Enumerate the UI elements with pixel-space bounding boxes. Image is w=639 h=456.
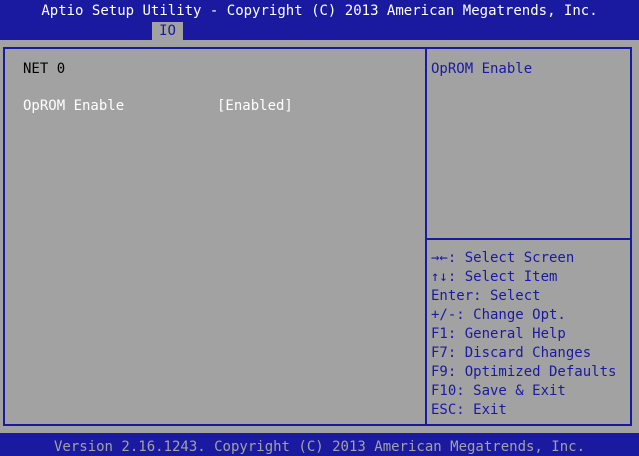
key-enter-select: Enter: Select — [431, 288, 541, 304]
key-select-screen: →←: Select Screen — [431, 250, 575, 266]
key-discard-changes: F7: Discard Changes — [431, 345, 592, 361]
vertical-divider — [425, 47, 427, 426]
oprom-enable-value[interactable]: [Enabled] — [217, 98, 293, 114]
app-title: Aptio Setup Utility - Copyright (C) 2013… — [41, 3, 598, 19]
version-text: Version 2.16.1243. Copyright (C) 2013 Am… — [53, 439, 585, 455]
key-change-opt: +/-: Change Opt. — [431, 307, 566, 323]
key-exit: ESC: Exit — [431, 402, 507, 418]
header-bar: Aptio Setup Utility - Copyright (C) 2013… — [0, 0, 639, 40]
tab-io[interactable]: IO — [152, 22, 183, 40]
key-general-help: F1: General Help — [431, 326, 566, 342]
section-heading: NET 0 — [23, 61, 66, 77]
key-select-item: ↑↓: Select Item — [431, 269, 558, 285]
oprom-enable-label[interactable]: OpROM Enable — [23, 98, 124, 114]
help-description: OpROM Enable — [431, 61, 533, 77]
key-save-exit: F10: Save & Exit — [431, 383, 566, 399]
main-panel: NET 0 OpROM Enable [Enabled] OpROM Enabl… — [0, 40, 639, 433]
key-optimized-defaults: F9: Optimized Defaults — [431, 364, 617, 380]
footer-bar: Version 2.16.1243. Copyright (C) 2013 Am… — [0, 433, 639, 456]
key-legend: →←: Select Screen ↑↓: Select Item Enter:… — [431, 249, 616, 420]
help-divider — [427, 238, 632, 240]
